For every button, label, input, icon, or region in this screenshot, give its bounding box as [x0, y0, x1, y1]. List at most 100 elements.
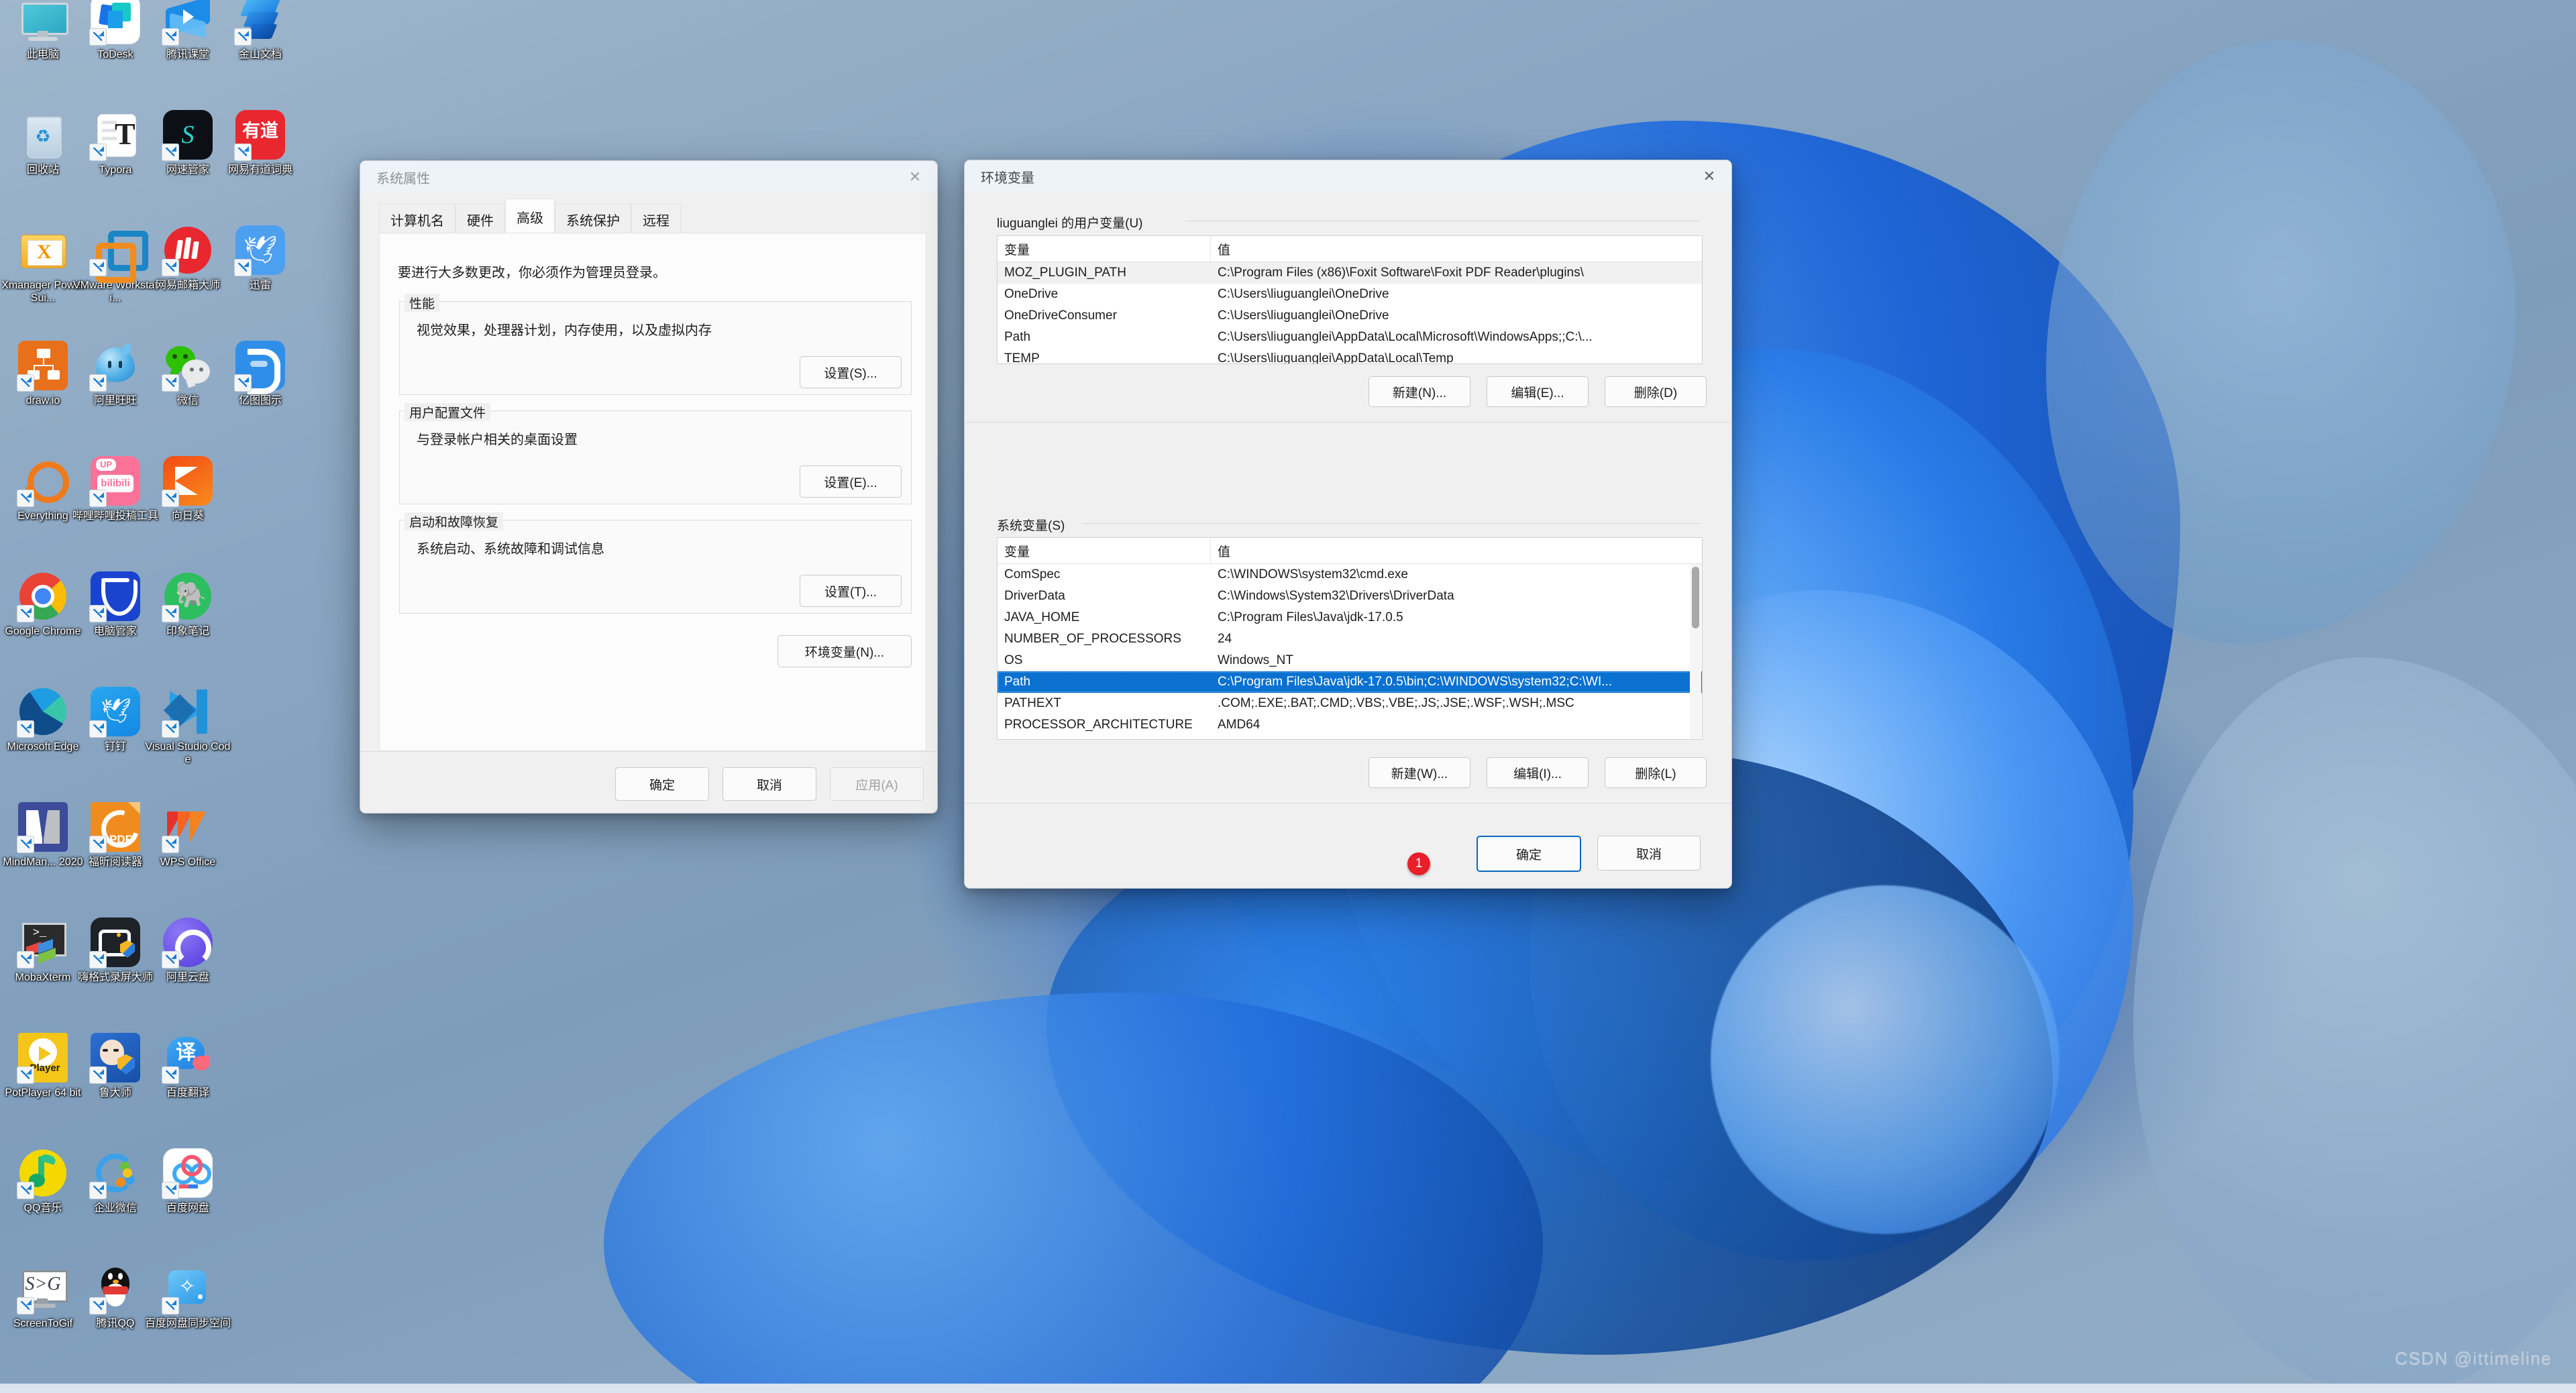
- shortcut-arrow-icon: [17, 1297, 34, 1315]
- user-new-button[interactable]: 新建(N)...: [1368, 376, 1470, 407]
- evernote-icon: 🐘: [162, 571, 213, 622]
- user-variables-buttons: 新建(N)... 编辑(E)... 删除(D): [1368, 376, 1707, 407]
- desktop-icon-evernote[interactable]: 🐘 印象笔记: [144, 571, 232, 638]
- shortcut-arrow-icon: [162, 374, 179, 392]
- table-row[interactable]: PROCESSOR_ARCHITECTURE AMD64: [998, 714, 1702, 736]
- system-variables-table[interactable]: 变量 值 ComSpec C:\WINDOWS\system32\cmd.exe D…: [997, 537, 1703, 740]
- env-titlebar[interactable]: 环境变量 ✕: [965, 160, 1731, 192]
- desktop-icon-wps-office[interactable]: WPS Office: [144, 802, 232, 869]
- tencent-classroom-icon: [162, 0, 213, 46]
- vmware-icon: [89, 225, 148, 283]
- desktop-icon-youdao-dict[interactable]: 有道 网易有道词典: [216, 110, 305, 176]
- taskbar[interactable]: [0, 1384, 2576, 1393]
- startup-recovery-settings-button[interactable]: 设置(T)...: [800, 575, 902, 607]
- desktop-icon-thunder[interactable]: 🕊 迅雷: [216, 225, 305, 292]
- environment-variables-dialog[interactable]: 环境变量 ✕ liuguanglei 的用户变量(U) 变量 值 MOZ_PLU…: [964, 160, 1732, 889]
- table-row[interactable]: PATHEXT .COM;.EXE;.BAT;.CMD;.VBS;.VBE;.JS…: [998, 693, 1702, 714]
- desktop-icon-label: 百度网盘同步空间: [145, 1318, 231, 1329]
- env-cancel-button[interactable]: 取消: [1597, 836, 1701, 871]
- chrome-icon: [17, 571, 68, 622]
- desktop-icon-label: Visual Studio Code: [145, 741, 231, 765]
- startup-recovery-group-body: 系统启动、系统故障和调试信息: [417, 542, 604, 557]
- shortcut-arrow-icon: [234, 374, 252, 392]
- tab-2[interactable]: 高级: [505, 199, 555, 234]
- user-col-value: 值: [1218, 243, 1231, 258]
- tab-4[interactable]: 远程: [631, 204, 681, 234]
- system-properties-close-button[interactable]: ✕: [893, 161, 937, 192]
- system-path-row[interactable]: Path C:\Program Files\Java\jdk-17.0.5\bin…: [998, 671, 1702, 693]
- shortcut-arrow-icon: [162, 951, 179, 968]
- performance-settings-button[interactable]: 设置(S)...: [800, 356, 902, 388]
- table-row[interactable]: NUMBER_OF_PROCESSORS 24: [998, 628, 1702, 650]
- scrollbar-thumb[interactable]: [1692, 567, 1699, 628]
- shortcut-arrow-icon: [234, 144, 252, 161]
- table-row[interactable]: OneDrive C:\Users\liuguanglei\OneDrive: [998, 284, 1702, 305]
- shortcut-arrow-icon: [17, 490, 34, 507]
- system-delete-button[interactable]: 删除(L): [1605, 757, 1707, 788]
- mindmanager-icon: [17, 802, 68, 853]
- shortcut-arrow-icon: [89, 605, 107, 622]
- system-properties-tabstrip[interactable]: 计算机名 硬件 高级 系统保护 远程: [379, 198, 681, 234]
- system-edit-button[interactable]: 编辑(I)...: [1487, 757, 1589, 788]
- system-variables-scrollbar[interactable]: [1690, 564, 1701, 738]
- baidu-translate-icon: 译: [162, 1033, 213, 1084]
- system-variables-rows[interactable]: ComSpec C:\WINDOWS\system32\cmd.exe Driver…: [998, 564, 1702, 736]
- desktop-icon-aliyun-drive[interactable]: 阿里云盘: [144, 917, 232, 984]
- table-row[interactable]: MOZ_PLUGIN_PATH C:\Program Files (x86)\Fo…: [998, 262, 1702, 284]
- tab-0[interactable]: 计算机名: [379, 204, 455, 234]
- env-ok-button[interactable]: 确定: [1477, 836, 1581, 872]
- close-icon: ✕: [908, 168, 922, 185]
- edge-icon: [17, 687, 68, 738]
- desktop-icon-baidu-netdisk-sync[interactable]: ✧ 百度网盘同步空间: [144, 1264, 232, 1330]
- user-variables-rows[interactable]: MOZ_PLUGIN_PATH C:\Program Files (x86)\Fo…: [998, 262, 1702, 364]
- tab-3[interactable]: 系统保护: [555, 204, 631, 234]
- desktop-icon-label: WPS Office: [160, 856, 216, 868]
- netspeed-manager-icon: S: [162, 110, 213, 161]
- system-properties-dialog[interactable]: 系统属性 ✕ 计算机名 硬件 高级 系统保护 远程 要进行大多数更改，你必须作为管理员登…: [360, 160, 938, 814]
- shortcut-arrow-icon: [162, 1182, 179, 1199]
- user-delete-button[interactable]: 删除(D): [1605, 376, 1707, 407]
- sysprops-cancel-button[interactable]: 取消: [722, 767, 816, 801]
- variable-value: C:\Users\liuguanglei\AppData\Local\Micro…: [1218, 330, 1593, 344]
- system-properties-titlebar[interactable]: 系统属性 ✕: [360, 161, 937, 193]
- variable-name: DriverData: [1004, 589, 1065, 603]
- table-row[interactable]: OS Windows_NT: [998, 650, 1702, 671]
- performance-group-caption: 性能: [405, 294, 440, 312]
- table-row[interactable]: TEMP C:\Users\liuguanglei\AppData\Local\T…: [998, 348, 1702, 364]
- user-edit-button[interactable]: 编辑(E)...: [1487, 376, 1589, 407]
- sysprops-ok-button[interactable]: 确定: [615, 767, 709, 801]
- desktop-icon-vscode[interactable]: Visual Studio Code: [144, 687, 232, 766]
- csdn-watermark: CSDN @ittimeline: [2395, 1348, 2552, 1368]
- table-row[interactable]: DriverData C:\Windows\System32\Drivers\Dr…: [998, 586, 1702, 607]
- env-close-button[interactable]: ✕: [1687, 160, 1731, 192]
- user-profiles-settings-button[interactable]: 设置(E)...: [800, 465, 902, 498]
- shortcut-arrow-icon: [162, 836, 179, 853]
- youdao-dict-icon: 有道: [234, 110, 285, 161]
- desktop-icon-label: 迅雷: [249, 280, 271, 291]
- desktop-icon-edraw[interactable]: 亿图图示: [216, 341, 305, 407]
- user-variables-table[interactable]: 变量 值 MOZ_PLUGIN_PATH C:\Program Files (x8…: [997, 235, 1703, 364]
- desktop-icon-baidu-netdisk[interactable]: 百度网盘: [144, 1148, 232, 1215]
- environment-variables-button[interactable]: 环境变量(N)...: [777, 635, 912, 667]
- startup-recovery-group-caption: 启动和故障恢复: [405, 512, 504, 531]
- system-new-button[interactable]: 新建(W)...: [1368, 757, 1470, 788]
- desktop-icon-baidu-translate[interactable]: 译百度翻译: [144, 1033, 232, 1099]
- variable-name: OneDriveConsumer: [1004, 309, 1117, 323]
- table-row[interactable]: OneDriveConsumer C:\Users\liuguanglei\One…: [998, 305, 1702, 327]
- table-row[interactable]: Path C:\Users\liuguanglei\AppData\Local\M…: [998, 327, 1702, 348]
- env-dialog-title: 环境变量: [981, 170, 1034, 186]
- variable-value: C:\Program Files\Java\jdk-17.0.5\bin;C:\…: [1218, 675, 1613, 689]
- table-row[interactable]: ComSpec C:\WINDOWS\system32\cmd.exe: [998, 564, 1702, 586]
- variable-name: PATHEXT: [1004, 696, 1061, 710]
- shortcut-arrow-icon: [17, 1066, 34, 1084]
- table-row[interactable]: JAVA_HOME C:\Program Files\Java\jdk-17.0.…: [998, 607, 1702, 628]
- shortcut-arrow-icon: [89, 259, 107, 276]
- this-pc-icon: [18, 0, 68, 44]
- variable-name: Path: [1004, 330, 1031, 344]
- tab-1[interactable]: 硬件: [455, 204, 505, 234]
- system-variables-buttons: 新建(W)... 编辑(I)... 删除(L): [1368, 757, 1707, 788]
- desktop-icon-sunflower[interactable]: 向日葵: [144, 456, 232, 522]
- desktop-icon-label: 网易有道词典: [227, 164, 292, 176]
- variable-value: C:\Users\liuguanglei\OneDrive: [1218, 287, 1389, 301]
- desktop-icon-kingsoft-docs[interactable]: 金山文档: [216, 0, 305, 61]
